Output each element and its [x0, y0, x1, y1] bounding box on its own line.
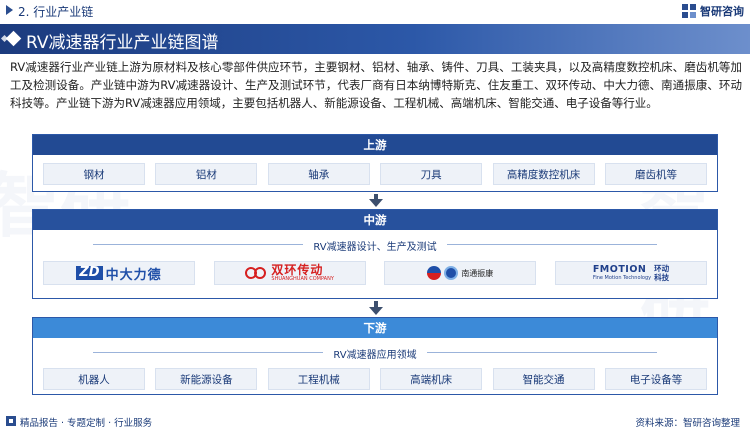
upstream-item: 磨齿机等 [604, 163, 707, 185]
company-name: 南通振康 [461, 268, 494, 278]
rings-icon [245, 267, 267, 279]
upstream-tier: 上游 钢材 铝材 轴承 刀具 高精度数控机床 磨齿机等 [32, 134, 718, 192]
midstream-subtitle: RV减速器设计、生产及测试 [313, 242, 437, 253]
page-title: RV减速器行业产业链图谱 [26, 33, 219, 53]
nt-logo: 南通振康 [427, 266, 493, 280]
company-name: 双环传动 [271, 263, 324, 277]
fm-wordmark: FMOTION [592, 264, 647, 275]
upstream-item: 铝材 [155, 163, 258, 185]
brand-logo-icon [682, 4, 696, 18]
downstream-item: 高端机床 [380, 368, 483, 390]
downstream-items: 机器人 新能源设备 工程机械 高端机床 智能交通 电子设备等 [43, 368, 707, 390]
downstream-item: 工程机械 [267, 368, 370, 390]
downstream-item: 机器人 [43, 368, 145, 390]
footer: 精品报告 · 专题定制 · 行业服务 资料来源：智研咨询整理 [0, 410, 750, 431]
downstream-item: 新能源设备 [155, 368, 258, 390]
upstream-title: 上游 [33, 135, 717, 155]
upstream-item: 高精度数控机床 [492, 163, 595, 185]
company-logo-nantong: 南通振康 [384, 261, 537, 285]
company-name: 科技 [654, 273, 670, 282]
midstream-companies: ZD 中大力德 双环传动 SHUANGHUAN COMPANY 南通振康 FMO… [43, 261, 707, 285]
title-band: RV减速器行业产业链图谱 [0, 24, 750, 54]
midstream-tier: 中游 RV减速器设计、生产及测试 ZD 中大力德 双环传动 SHUANGHUAN… [32, 209, 718, 299]
company-logo-shuanghuan: 双环传动 SHUANGHUAN COMPANY [213, 261, 366, 285]
upstream-items: 钢材 铝材 轴承 刀具 高精度数控机床 磨齿机等 [43, 163, 707, 185]
upstream-item: 刀具 [380, 163, 483, 185]
diamond-icon [5, 30, 22, 47]
downstream-item: 智能交通 [492, 368, 595, 390]
section-label: 2. 行业产业链 [18, 5, 94, 19]
intro-paragraph: RV减速器行业产业链上游为原材料及核心零部件供应环节，主要钢材、铝材、轴承、铸件… [10, 60, 742, 110]
upstream-item: 钢材 [43, 163, 145, 185]
footer-tagline: 精品报告 · 专题定制 · 行业服务 [20, 418, 153, 429]
source-note: 资料来源：智研咨询整理 [635, 418, 740, 429]
sh-logo: 双环传动 SHUANGHUAN COMPANY [245, 263, 334, 282]
company-name: 中大力德 [105, 267, 162, 283]
down-arrow-icon [369, 199, 383, 207]
zd-mark: ZD [76, 266, 103, 280]
downstream-subtitle: RV减速器应用领域 [333, 350, 417, 361]
top-bar: 2. 行业产业链 智研咨询 [0, 0, 750, 22]
midstream-title: 中游 [33, 210, 717, 230]
zd-logo: ZD 中大力德 [76, 264, 161, 283]
triangle-icon [6, 5, 13, 15]
nt-emblem-icon [444, 266, 459, 280]
downstream-item: 电子设备等 [604, 368, 707, 390]
company-logo-zhongda: ZD 中大力德 [43, 261, 195, 285]
fm-logo: FMOTION Fine Motion Technology 环动 科技 [593, 264, 669, 282]
upstream-item: 轴承 [267, 163, 370, 185]
fm-tagline: Fine Motion Technology [592, 275, 652, 281]
company-name: 环动 [654, 264, 670, 273]
brand-name: 智研咨询 [700, 5, 744, 18]
down-arrow-icon [369, 307, 383, 315]
company-en-name: SHUANGHUAN COMPANY [271, 276, 334, 282]
brand: 智研咨询 [682, 3, 744, 19]
downstream-title: 下游 [33, 318, 717, 338]
nt-emblem-icon [427, 266, 442, 280]
downstream-tier: 下游 RV减速器应用领域 机器人 新能源设备 工程机械 高端机床 智能交通 电子… [32, 317, 718, 395]
report-icon [6, 416, 16, 426]
company-logo-fmotion: FMOTION Fine Motion Technology 环动 科技 [554, 261, 707, 285]
